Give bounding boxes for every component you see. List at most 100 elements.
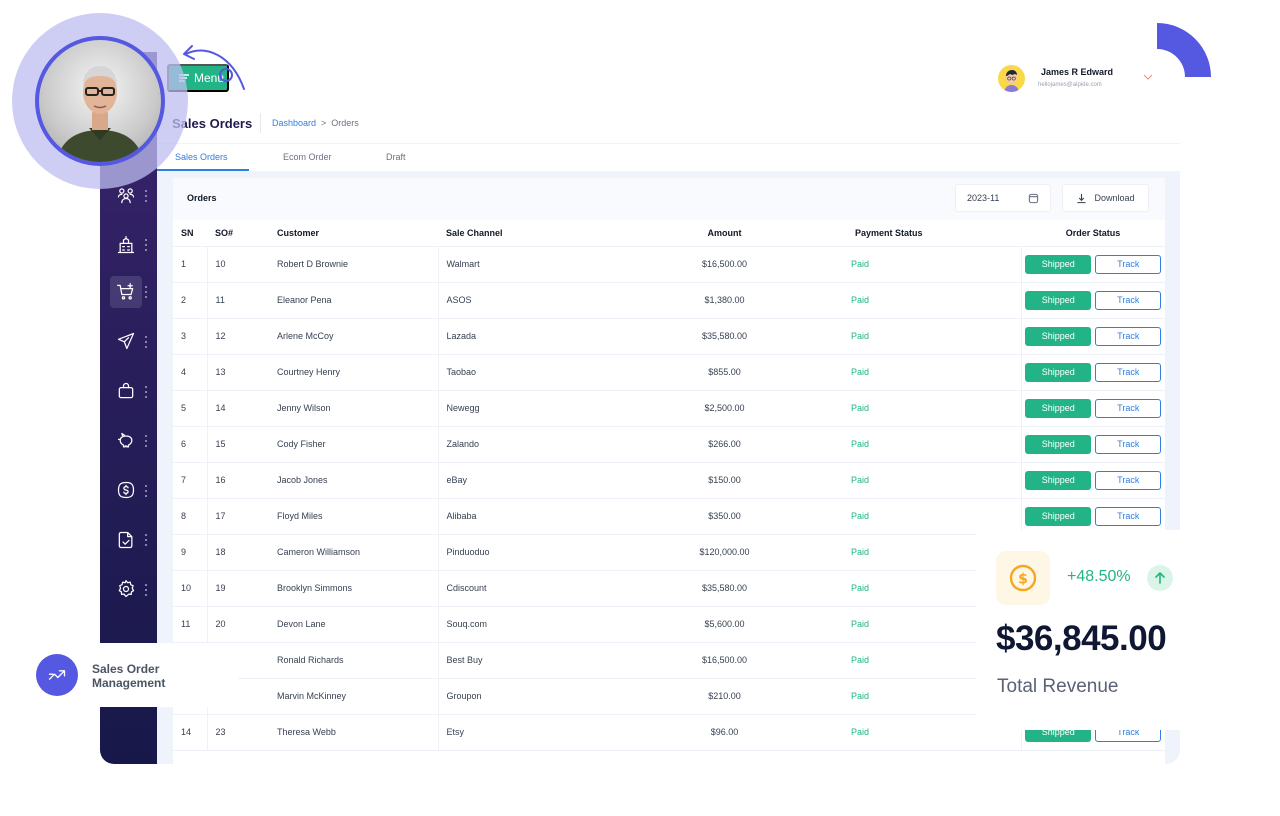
track-button[interactable]: Track <box>1095 398 1162 418</box>
table-row[interactable]: 3 12 Arlene McCoy Lazada $35,580.00 Paid Shipp… <box>173 318 1165 355</box>
cell-customer: Courtney Henry <box>275 354 439 391</box>
column-header-customer[interactable]: Customer <box>275 220 438 247</box>
sidebar-item-reports-more[interactable] <box>145 534 148 546</box>
cell-amount: $2,500.00 <box>598 390 851 427</box>
table-row[interactable]: 8 17 Floyd Miles Alibaba $350.00 Paid Shipped T… <box>173 498 1165 535</box>
shipped-status-button[interactable]: Shipped <box>1025 434 1092 454</box>
column-header-sn[interactable]: SN <box>173 220 207 247</box>
revenue-amount: $36,845.00 <box>996 619 1167 658</box>
cell-sn: 6 <box>173 426 208 463</box>
sidebar-item-organization-more[interactable] <box>145 239 148 251</box>
cell-so-number: 23 <box>207 714 275 751</box>
tab-sales-orders[interactable]: Sales Orders <box>175 152 228 162</box>
cell-payment-status: Paid <box>851 354 1022 391</box>
download-button[interactable]: Download <box>1062 184 1149 212</box>
revenue-change: +48.50% <box>1067 568 1131 585</box>
cell-customer: Robert D Brownie <box>275 246 439 283</box>
trending-up-icon <box>48 670 66 680</box>
column-header-sale-channel[interactable]: Sale Channel <box>438 220 598 247</box>
chevron-down-icon[interactable] <box>1143 73 1153 81</box>
download-button-label: Download <box>1094 193 1135 203</box>
shopping-bag-icon <box>118 382 134 399</box>
cell-sale-channel: Souq.com <box>438 606 598 643</box>
sidebar-item-settings-more[interactable] <box>145 584 148 596</box>
cell-so-number: 17 <box>207 498 275 535</box>
date-filter-value: 2023-11 <box>967 193 1000 203</box>
dollar-icon <box>117 481 135 499</box>
date-filter-input[interactable]: 2023-11 <box>955 184 1051 212</box>
feature-label-line2: Management <box>92 676 166 690</box>
track-button[interactable]: Track <box>1095 470 1162 490</box>
sidebar-item-purchase[interactable] <box>110 325 142 357</box>
tab-ecom-order[interactable]: Ecom Order <box>283 152 332 162</box>
cell-so-number: 11 <box>207 282 275 319</box>
cell-amount: $5,600.00 <box>598 606 851 643</box>
sidebar-item-accounting[interactable] <box>110 474 142 506</box>
column-header-order-status[interactable]: Order Status <box>1021 220 1165 247</box>
cell-sale-channel: Taobao <box>438 354 598 391</box>
cell-customer: Ronald Richards <box>275 642 439 679</box>
cell-amount: $350.00 <box>598 498 851 535</box>
cell-sale-channel: Pinduoduo <box>438 534 598 571</box>
sidebar-item-inventory-more[interactable] <box>145 386 148 398</box>
tab-draft[interactable]: Draft <box>386 152 406 162</box>
user-avatar[interactable] <box>998 65 1025 92</box>
shipped-status-button[interactable]: Shipped <box>1025 470 1092 490</box>
track-button[interactable]: Track <box>1095 506 1162 526</box>
shipped-status-button[interactable]: Shipped <box>1025 362 1092 382</box>
cell-customer: Cameron Williamson <box>275 534 439 571</box>
shipped-status-button[interactable]: Shipped <box>1025 326 1092 346</box>
trend-badge <box>36 654 78 696</box>
sidebar-item-settings[interactable] <box>110 573 142 605</box>
sidebar-item-users-more[interactable] <box>145 190 148 202</box>
cell-amount: $150.00 <box>598 462 851 499</box>
cell-customer: Arlene McCoy <box>275 318 439 355</box>
shipped-status-button[interactable]: Shipped <box>1025 398 1092 418</box>
column-header-payment-status[interactable]: Payment Status <box>851 220 1021 247</box>
sidebar-item-finance-more[interactable] <box>145 435 148 447</box>
sidebar-item-reports[interactable] <box>110 524 142 556</box>
sidebar-item-inventory[interactable] <box>110 375 142 407</box>
table-row[interactable]: 2 11 Eleanor Pena ASOS $1,380.00 Paid Shipped T… <box>173 282 1165 319</box>
cell-so-number: 13 <box>207 354 275 391</box>
sidebar-item-accounting-more[interactable] <box>145 485 148 497</box>
shipped-status-button[interactable]: Shipped <box>1025 254 1092 274</box>
cell-sale-channel: Newegg <box>438 390 598 427</box>
table-row[interactable]: 6 15 Cody Fisher Zalando $266.00 Paid Shipped T… <box>173 426 1165 463</box>
track-button[interactable]: Track <box>1095 362 1162 382</box>
cell-sn: 8 <box>173 498 208 535</box>
table-row[interactable]: 4 13 Courtney Henry Taobao $855.00 Paid Shippe… <box>173 354 1165 391</box>
cell-sn: 7 <box>173 462 208 499</box>
track-button[interactable]: Track <box>1095 326 1162 346</box>
cell-amount: $16,500.00 <box>598 246 851 283</box>
table-row[interactable]: 7 16 Jacob Jones eBay $150.00 Paid Shipped Trac… <box>173 462 1165 499</box>
sidebar-item-purchase-more[interactable] <box>145 336 148 348</box>
cell-sale-channel: Groupon <box>438 678 598 715</box>
track-button[interactable]: Track <box>1095 254 1162 274</box>
revenue-label: Total Revenue <box>997 676 1119 697</box>
sidebar-item-sales-more[interactable] <box>145 286 148 298</box>
column-header-so[interactable]: SO# <box>207 220 275 247</box>
column-header-amount[interactable]: Amount <box>598 220 851 247</box>
sidebar-item-sales[interactable] <box>110 276 142 308</box>
user-name: James R Edward <box>1041 67 1114 77</box>
track-button[interactable]: Track <box>1095 290 1162 310</box>
sidebar-item-organization[interactable] <box>110 229 142 261</box>
table-row[interactable]: 5 14 Jenny Wilson Newegg $2,500.00 Paid Shippe… <box>173 390 1165 427</box>
cell-order-status: ShippedTrack <box>1021 318 1165 355</box>
shipped-status-button[interactable]: Shipped <box>1025 290 1092 310</box>
table-row[interactable]: 1 10 Robert D Brownie Walmart $16,500.00 Paid… <box>173 246 1165 283</box>
cell-sale-channel: Cdiscount <box>438 570 598 607</box>
arrow-up-icon <box>1155 572 1165 584</box>
cell-payment-status: Paid <box>851 318 1022 355</box>
cell-order-status: ShippedTrack <box>1021 246 1165 283</box>
orders-title: Orders <box>187 193 217 203</box>
quarter-circle-decoration <box>1157 23 1211 77</box>
cell-order-status: ShippedTrack <box>1021 498 1165 535</box>
revenue-icon-tile: $ <box>996 551 1050 605</box>
breadcrumb-dashboard-link[interactable]: Dashboard <box>272 118 316 128</box>
shipped-status-button[interactable]: Shipped <box>1025 506 1092 526</box>
coin-dollar-icon: $ <box>1009 564 1037 592</box>
track-button[interactable]: Track <box>1095 434 1162 454</box>
sidebar-item-finance[interactable] <box>110 425 142 457</box>
